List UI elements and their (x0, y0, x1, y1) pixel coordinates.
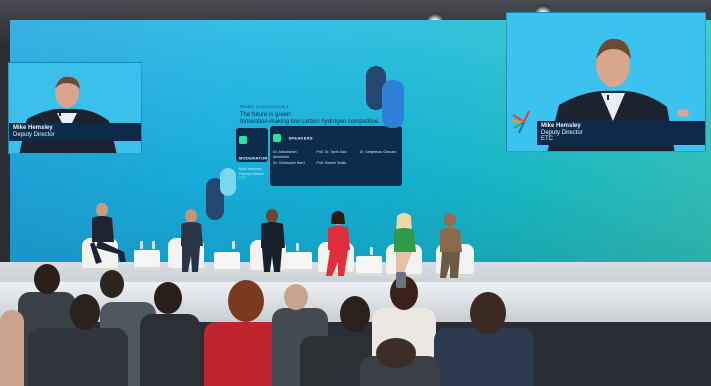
audience-member (34, 264, 60, 294)
speaker-entry: Dr. Christophe Barri (273, 161, 305, 166)
speakers-card: SPEAKERS Dr. Abdulrahim Almulhem Prof. D… (270, 126, 402, 186)
audience-member (284, 284, 308, 310)
decorative-pill (382, 80, 404, 128)
speakers-header: SPEAKERS (288, 135, 313, 141)
water-bottle (152, 241, 155, 249)
water-bottle (370, 247, 373, 255)
panelist-4 (326, 211, 350, 276)
lower-third-role: Deputy Director (13, 131, 55, 138)
photo-scene: Mike Hemsley Deputy Director Mike Hemsle… (0, 0, 711, 386)
audience-member (228, 280, 264, 322)
audience-member (28, 328, 128, 386)
moderator-name: Mike Hemsley (239, 167, 262, 171)
moderator-org: ETC (239, 176, 247, 181)
moderator-header: MODERATOR (239, 155, 268, 161)
phone-screen (396, 272, 406, 288)
conference-logo-icon (511, 110, 530, 134)
slide-title-line2: Innovation-making low carbon hydrogen co… (240, 119, 379, 126)
side-table (356, 256, 382, 276)
audience-member (100, 270, 124, 298)
speaker-entry: Prof. Dr. Tarek Aziz (316, 150, 347, 154)
lower-third-right: Mike Hemsley Deputy Director ETC (537, 121, 705, 145)
side-table (214, 252, 240, 272)
audience-member (0, 310, 24, 386)
panelist-moderator (90, 203, 126, 264)
side-screen-left: Mike Hemsley Deputy Director (8, 62, 142, 154)
side-table (134, 250, 160, 270)
audience-member (140, 314, 200, 386)
audience (0, 264, 711, 386)
audience-member (70, 294, 100, 330)
slide-title-line1: The future is green: (240, 112, 293, 118)
panelist-3 (261, 209, 285, 272)
moderator-card: MODERATOR Mike Hemsley Deputy Director E… (236, 128, 268, 180)
speaker-entry: Dr. Sanjeevan Guruam (359, 150, 397, 154)
panelist-6 (440, 213, 462, 278)
water-bottle (232, 241, 235, 249)
audience-member (376, 338, 416, 368)
audience-member (340, 296, 370, 332)
audience-member (470, 292, 506, 334)
lower-third-left: Mike Hemsley Deputy Director (9, 123, 141, 141)
lower-third-name: Mike Hemsley (13, 125, 53, 131)
lower-third-org: ETC (541, 136, 553, 143)
audience-member (154, 282, 182, 314)
water-bottle (296, 243, 299, 251)
speakers-badge-icon (273, 133, 281, 142)
moderator-badge-icon (239, 135, 247, 144)
speaker-entry: Dr. Abdulrahim Almulhem (273, 150, 297, 159)
water-bottle (140, 241, 143, 249)
speaker-entry: Prof. Rachel Smith (316, 161, 347, 166)
slide-title: The future is green: Innovation-making l… (240, 112, 400, 126)
panelist-2 (181, 209, 203, 272)
lower-third-name: Mike Hemsley (541, 123, 581, 129)
decorative-pill (220, 168, 236, 196)
slide-label: PANEL DISCUSSION 1 (240, 104, 290, 109)
side-screen-right: Mike Hemsley Deputy Director ETC (506, 12, 706, 152)
audience-member (434, 328, 534, 386)
lower-third-role: Deputy Director (541, 129, 583, 136)
